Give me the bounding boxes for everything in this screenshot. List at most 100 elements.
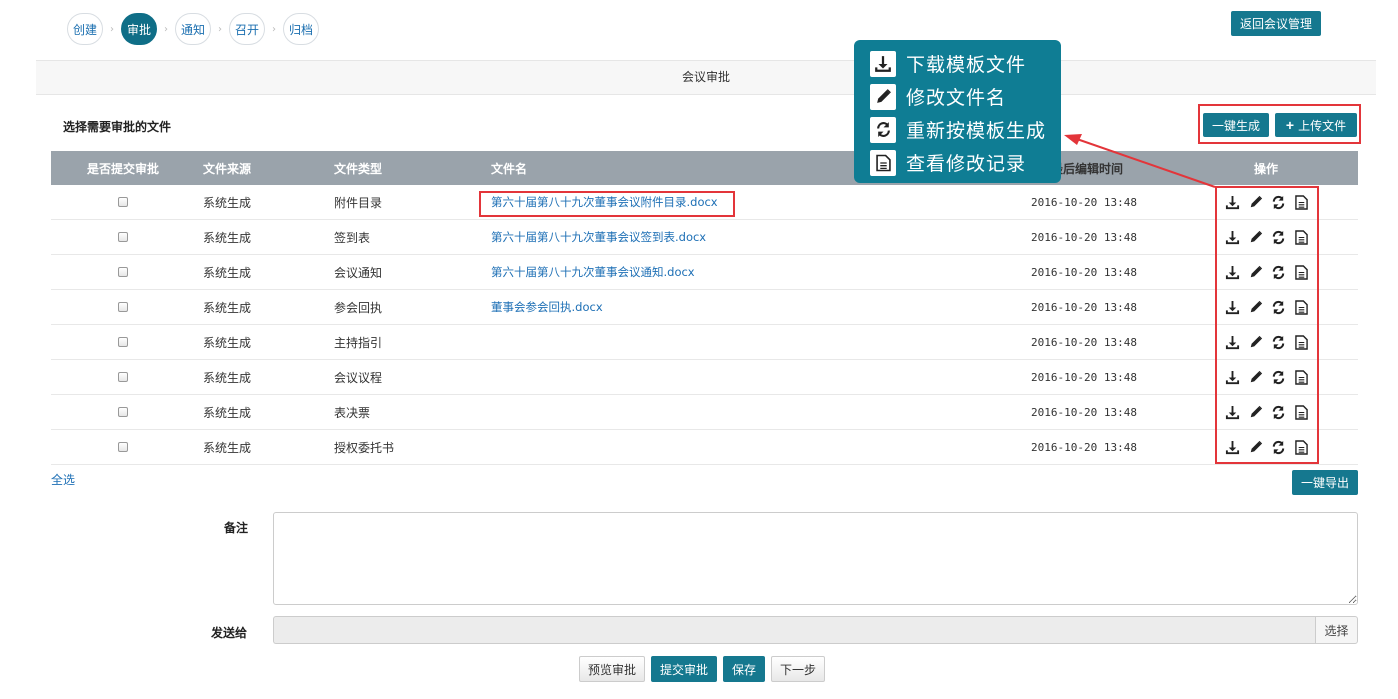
progress-stepper: 创建 › 审批 › 通知 › 召开 › 归档 <box>67 13 319 45</box>
legend-history-label: 查看修改记录 <box>906 153 1027 175</box>
file-name-link[interactable]: 董事会参会回执.docx <box>491 299 603 315</box>
row-time: 2016-10-20 13:48 <box>1031 300 1137 314</box>
table-row: 系统生成 参会回执 董事会参会回执.docx 2016-10-20 13:48 <box>51 290 1358 325</box>
download-icon <box>870 50 896 77</box>
legend-row-download: 下载模板文件 <box>870 47 1061 80</box>
row-source: 系统生成 <box>203 335 252 350</box>
row-source: 系统生成 <box>203 405 252 420</box>
upload-file-label: 上传文件 <box>1298 118 1347 133</box>
submit-checkbox-cell <box>51 325 195 359</box>
row-file-name: 第六十届第八十九次董事会议通知.docx <box>491 255 695 289</box>
file-section-title: 选择需要审批的文件 <box>63 120 172 134</box>
upload-file-button[interactable]: + 上传文件 <box>1275 113 1357 137</box>
step-notify[interactable]: 通知 <box>175 13 211 45</box>
row-file-name: 董事会参会回执.docx <box>491 290 603 324</box>
row-time: 2016-10-20 13:48 <box>1031 440 1137 454</box>
row-time: 2016-10-20 13:48 <box>1031 265 1137 279</box>
row-source: 系统生成 <box>203 265 252 280</box>
submit-checkbox[interactable] <box>118 442 128 452</box>
col-type: 文件类型 <box>334 161 383 176</box>
preview-approval-button[interactable]: 预览审批 <box>579 656 646 682</box>
step-separator: › <box>164 23 168 35</box>
table-row: 系统生成 表决票 2016-10-20 13:48 <box>51 395 1358 430</box>
row-time: 2016-10-20 13:48 <box>1031 335 1137 349</box>
highlight-box-operations <box>1215 186 1319 464</box>
send-to-input[interactable] <box>273 616 1315 644</box>
operations-legend-tooltip: 下载模板文件 修改文件名 重新按模板生成 查看修改记录 <box>854 40 1061 183</box>
refresh-icon <box>870 116 896 143</box>
step-approve[interactable]: 审批 <box>121 13 157 45</box>
row-type: 主持指引 <box>334 335 383 350</box>
row-time: 2016-10-20 13:48 <box>1031 195 1137 209</box>
highlight-box-filename <box>479 191 735 217</box>
submit-checkbox-cell <box>51 395 195 429</box>
note-textarea[interactable] <box>273 512 1358 605</box>
row-type: 签到表 <box>334 230 371 245</box>
row-time: 2016-10-20 13:48 <box>1031 405 1137 419</box>
row-file-name: 第六十届第八十九次董事会议签到表.docx <box>491 220 706 254</box>
step-separator: › <box>218 23 222 35</box>
row-source: 系统生成 <box>203 300 252 315</box>
row-source: 系统生成 <box>203 230 252 245</box>
export-all-button[interactable]: 一键导出 <box>1292 470 1358 495</box>
step-archive[interactable]: 归档 <box>283 13 319 45</box>
col-name: 文件名 <box>491 161 528 176</box>
row-type: 参会回执 <box>334 300 383 315</box>
step-separator: › <box>110 23 114 35</box>
submit-checkbox-cell <box>51 290 195 324</box>
submit-checkbox-cell <box>51 255 195 289</box>
row-type: 会议通知 <box>334 265 383 280</box>
row-source: 系统生成 <box>203 370 252 385</box>
col-submit: 是否提交审批 <box>86 161 159 176</box>
submit-approval-button[interactable]: 提交审批 <box>651 656 718 682</box>
pencil-icon <box>870 83 896 110</box>
file-name-link[interactable]: 第六十届第八十九次董事会议签到表.docx <box>491 229 706 245</box>
note-label: 备注 <box>224 521 249 535</box>
row-type: 表决票 <box>334 405 371 420</box>
submit-checkbox[interactable] <box>118 197 128 207</box>
legend-row-edit: 修改文件名 <box>870 80 1061 113</box>
row-time: 2016-10-20 13:48 <box>1031 230 1137 244</box>
row-type: 附件目录 <box>334 195 383 210</box>
choose-recipient-button[interactable]: 选择 <box>1315 616 1358 644</box>
table-row: 系统生成 会议议程 2016-10-20 13:48 <box>51 360 1358 395</box>
file-name-link[interactable]: 第六十届第八十九次董事会议通知.docx <box>491 264 695 280</box>
bottom-actions: 预览审批 提交审批 保存 下一步 <box>579 656 826 682</box>
submit-checkbox-cell <box>51 220 195 254</box>
callout-arrow <box>1064 134 1216 188</box>
document-icon <box>870 149 896 176</box>
row-type: 授权委托书 <box>334 440 395 455</box>
submit-checkbox[interactable] <box>118 372 128 382</box>
col-source: 文件来源 <box>203 161 252 176</box>
table-row: 系统生成 主持指引 2016-10-20 13:48 <box>51 325 1358 360</box>
table-row: 系统生成 授权委托书 2016-10-20 13:48 <box>51 430 1358 465</box>
col-ops: 操作 <box>1253 161 1278 176</box>
row-time: 2016-10-20 13:48 <box>1031 370 1137 384</box>
send-to-label: 发送给 <box>211 626 248 640</box>
table-row: 系统生成 会议通知 第六十届第八十九次董事会议通知.docx 2016-10-2… <box>51 255 1358 290</box>
legend-download-label: 下载模板文件 <box>906 54 1027 76</box>
step-separator: › <box>272 23 276 35</box>
back-to-meeting-management-button[interactable]: 返回会议管理 <box>1231 11 1321 36</box>
step-create[interactable]: 创建 <box>67 13 103 45</box>
legend-edit-label: 修改文件名 <box>906 87 1007 109</box>
legend-regenerate-label: 重新按模板生成 <box>906 120 1047 142</box>
row-source: 系统生成 <box>203 195 252 210</box>
row-source: 系统生成 <box>203 440 252 455</box>
select-all-link[interactable]: 全选 <box>51 471 75 488</box>
step-hold[interactable]: 召开 <box>229 13 265 45</box>
submit-checkbox[interactable] <box>118 232 128 242</box>
submit-checkbox-cell <box>51 360 195 394</box>
submit-checkbox[interactable] <box>118 267 128 277</box>
legend-row-regenerate: 重新按模板生成 <box>870 113 1061 146</box>
section-title-bar: 会议审批 <box>36 60 1376 95</box>
submit-checkbox-cell <box>51 185 195 219</box>
submit-checkbox[interactable] <box>118 407 128 417</box>
save-button[interactable]: 保存 <box>723 656 766 682</box>
plus-icon: + <box>1285 117 1295 133</box>
submit-checkbox[interactable] <box>118 302 128 312</box>
row-type: 会议议程 <box>334 370 383 385</box>
submit-checkbox-cell <box>51 430 195 464</box>
next-step-button[interactable]: 下一步 <box>771 656 826 682</box>
submit-checkbox[interactable] <box>118 337 128 347</box>
